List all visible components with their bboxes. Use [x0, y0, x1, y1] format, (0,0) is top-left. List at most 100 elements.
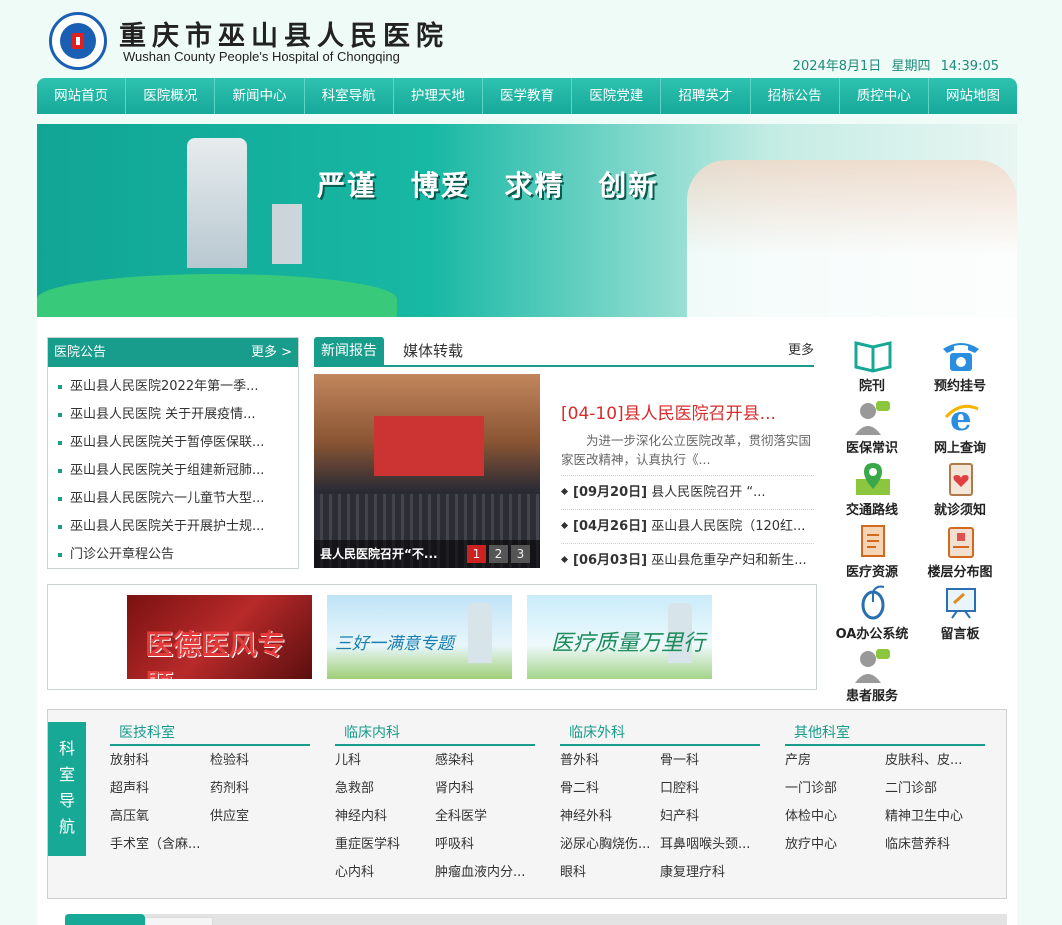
dept-link[interactable]: 精神卫生中心	[885, 802, 985, 830]
notice-item[interactable]: 巫山县人民医院关于暂停医保联...	[58, 429, 288, 457]
notice-more-link[interactable]: 更多 >	[251, 338, 292, 367]
dept-column-title[interactable]: 临床外科	[560, 720, 760, 746]
notice-item[interactable]: 巫山县人民医院2022年第一季...	[58, 373, 288, 401]
topic-quality-banner[interactable]: 医疗质量万里行	[527, 595, 712, 679]
quick-traffic[interactable]: 交通路线	[827, 461, 917, 523]
quick-visit-notice[interactable]: 就诊须知	[915, 461, 1005, 523]
dept-link[interactable]: 感染科	[435, 746, 535, 774]
dept-link[interactable]: 放射科	[110, 746, 210, 774]
dept-link[interactable]: 高压氧	[110, 802, 210, 830]
dept-link[interactable]: 重症医学科	[335, 830, 435, 858]
dept-link[interactable]: 全科医学	[435, 802, 535, 830]
time-text: 14:39:05	[940, 59, 999, 74]
dept-link[interactable]: 肾内科	[435, 774, 535, 802]
hospital-name-en: Wushan County People's Hospital of Chong…	[123, 49, 400, 64]
dept-link[interactable]: 体检中心	[785, 802, 885, 830]
quick-patient-service[interactable]: 患者服务	[827, 647, 917, 709]
news-more-link[interactable]: 更多	[788, 337, 814, 365]
slide-page-1[interactable]: 1	[467, 545, 486, 563]
nav-sitemap[interactable]: 网站地图	[929, 78, 1017, 114]
dept-link[interactable]: 皮肤科、皮...	[885, 746, 985, 774]
bottom-tab[interactable]	[145, 917, 213, 925]
date-text: 2024年8月1日	[792, 59, 882, 74]
nav-overview[interactable]: 医院概况	[126, 78, 216, 114]
dept-link[interactable]: 骨二科	[560, 774, 660, 802]
news-slideshow[interactable]: 县人民医院召开“不... 1 2 3	[314, 374, 540, 568]
main-nav: 网站首页 医院概况 新闻中心 科室导航 护理天地 医学教育 医院党建 招聘英才 …	[37, 78, 1017, 114]
dept-link[interactable]: 手术室（含麻...	[110, 830, 210, 858]
nav-tender[interactable]: 招标公告	[751, 78, 840, 114]
dept-link[interactable]: 康复理疗科	[660, 858, 760, 886]
dept-link[interactable]: 眼科	[560, 858, 660, 886]
notice-item[interactable]: 巫山县人民医院关于开展护士规...	[58, 513, 288, 541]
nav-departments[interactable]: 科室导航	[305, 78, 394, 114]
news-list-item[interactable]: [09月20日] 县人民医院召开 “...	[561, 475, 814, 509]
tab-media[interactable]: 媒体转载	[403, 337, 463, 365]
dept-link[interactable]: 检验科	[210, 746, 310, 774]
quick-online-query[interactable]: e 网上查询	[915, 399, 1005, 461]
nav-party[interactable]: 医院党建	[572, 78, 662, 114]
dept-link[interactable]: 骨一科	[660, 746, 760, 774]
notice-item[interactable]: 巫山县人民医院 关于开展疫情...	[58, 401, 288, 429]
dept-link[interactable]: 超声科	[110, 774, 210, 802]
header: 重庆市巫山县人民医院 Wushan County People's Hospit…	[37, 0, 1017, 78]
news-headline[interactable]: [04-10]县人民医院召开县...	[561, 399, 814, 424]
dept-link[interactable]: 临床营养科	[885, 830, 985, 858]
dept-link[interactable]: 神经内科	[335, 802, 435, 830]
hospital-building-image	[187, 138, 247, 268]
dept-link[interactable]: 耳鼻咽喉头颈...	[660, 830, 760, 858]
dept-link[interactable]: 放疗中心	[785, 830, 885, 858]
bottom-tab-active[interactable]	[65, 914, 145, 925]
dept-link[interactable]: 心内科	[335, 858, 435, 886]
bottom-tab-strip	[65, 914, 1007, 925]
quick-medical-resources[interactable]: 医疗资源	[827, 523, 917, 585]
nav-recruit[interactable]: 招聘英才	[661, 78, 751, 114]
quick-floor-map[interactable]: 楼层分布图	[915, 523, 1005, 585]
notice-item[interactable]: 巫山县人民医院六一儿童节大型...	[58, 485, 288, 513]
dept-link[interactable]: 儿科	[335, 746, 435, 774]
dept-link[interactable]: 二门诊部	[885, 774, 985, 802]
quick-journal[interactable]: 院刊	[827, 337, 917, 399]
tab-news-report[interactable]: 新闻报告	[314, 337, 384, 365]
topic-ethics-banner[interactable]: 医德医风专题	[127, 595, 312, 679]
slide-page-3[interactable]: 3	[511, 545, 530, 563]
map-pin-icon	[856, 463, 890, 495]
dept-link[interactable]: 一门诊部	[785, 774, 885, 802]
notice-item[interactable]: 巫山县人民医院关于组建新冠肺...	[58, 457, 288, 485]
nav-education[interactable]: 医学教育	[483, 78, 573, 114]
dept-link[interactable]: 口腔科	[660, 774, 760, 802]
phone-icon	[943, 343, 979, 371]
dept-column-surgery: 临床外科 普外科 骨一科 骨二科 口腔科 神经外科 妇产科 泌尿心胸烧伤... …	[560, 720, 760, 886]
dept-link[interactable]: 产房	[785, 746, 885, 774]
slide-page-2[interactable]: 2	[489, 545, 508, 563]
dept-link[interactable]: 供应室	[210, 802, 310, 830]
news-panel: 新闻报告 媒体转载 更多 县人民医院召开“不... 1 2 3 [04-10]县…	[314, 337, 814, 569]
quick-message-board[interactable]: 留言板	[915, 585, 1005, 647]
quick-oa-system[interactable]: OA办公系统	[827, 585, 917, 647]
dept-link[interactable]: 泌尿心胸烧伤...	[560, 830, 660, 858]
dept-link[interactable]: 药剂科	[210, 774, 310, 802]
dept-link[interactable]: 妇产科	[660, 802, 760, 830]
nav-news[interactable]: 新闻中心	[215, 78, 305, 114]
news-list-item[interactable]: [06月03日] 巫山县危重孕产妇和新生...	[561, 543, 814, 577]
dept-link[interactable]: 神经外科	[560, 802, 660, 830]
dept-link[interactable]: 急救部	[335, 774, 435, 802]
topic-satisfaction-banner[interactable]: 三好一满意专题	[327, 595, 512, 679]
news-summary: 为进一步深化公立医院改革，贯彻落实国家医改精神，认真执行《...	[561, 433, 812, 467]
news-list-item[interactable]: [04月26日] 巫山县人民医院（120红...	[561, 509, 814, 543]
dept-column-title[interactable]: 医技科室	[110, 720, 310, 746]
dept-link[interactable]: 肿瘤血液内分...	[435, 858, 535, 886]
quick-insurance[interactable]: 医保常识	[827, 399, 917, 461]
quick-appointment[interactable]: 预约挂号	[915, 337, 1005, 399]
nav-nursing[interactable]: 护理天地	[394, 78, 483, 114]
dept-column-title[interactable]: 其他科室	[785, 720, 985, 746]
hospital-logo[interactable]	[49, 12, 107, 70]
person-chat-icon	[855, 649, 890, 683]
notice-item[interactable]: 门诊公开章程公告	[58, 541, 288, 567]
dept-link[interactable]: 普外科	[560, 746, 660, 774]
dept-link[interactable]: 呼吸科	[435, 830, 535, 858]
nav-quality[interactable]: 质控中心	[840, 78, 929, 114]
nav-home[interactable]: 网站首页	[37, 78, 127, 114]
dept-column-title[interactable]: 临床内科	[335, 720, 535, 746]
nurses-photo	[687, 160, 1017, 317]
